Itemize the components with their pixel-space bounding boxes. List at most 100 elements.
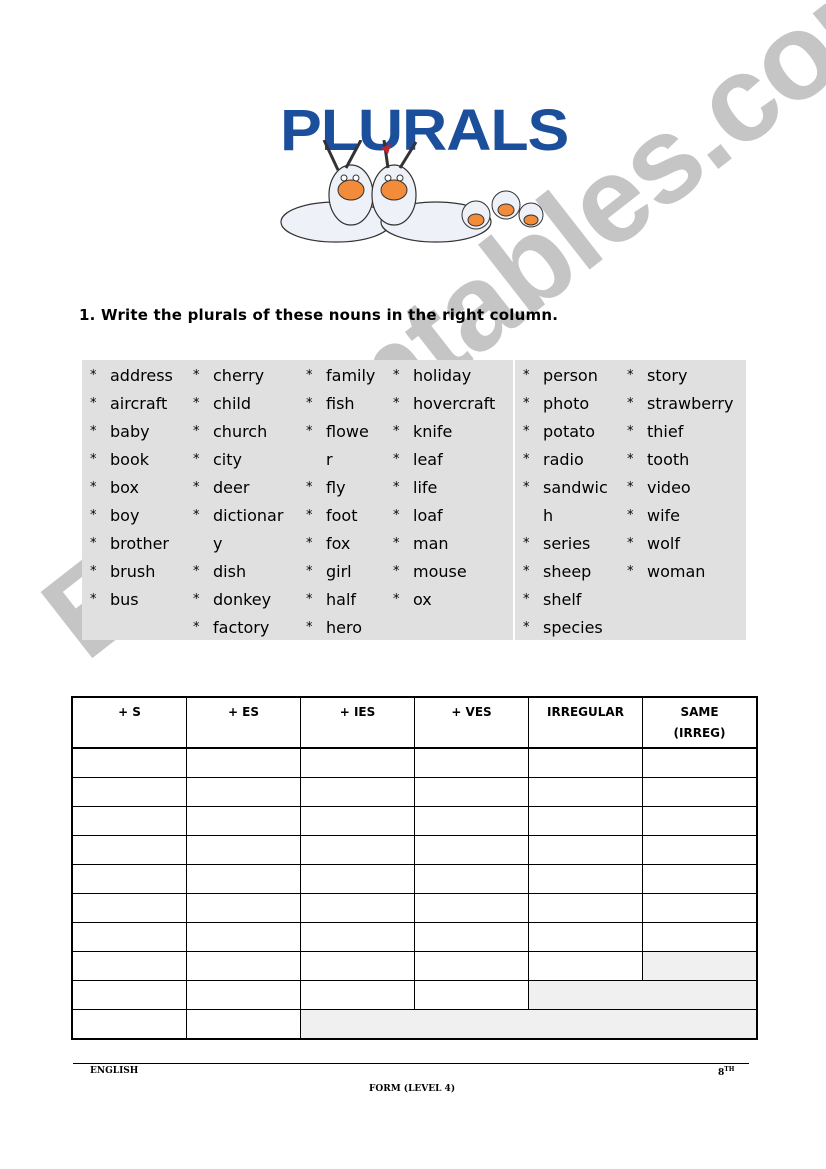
asterisk-bullet-icon: * bbox=[306, 508, 313, 523]
answer-cell[interactable] bbox=[414, 747, 529, 778]
answer-cell[interactable] bbox=[414, 806, 529, 836]
answer-cell[interactable] bbox=[186, 1009, 301, 1040]
asterisk-bullet-icon: * bbox=[523, 480, 530, 495]
asterisk-bullet-icon: * bbox=[523, 564, 530, 579]
answer-cell[interactable] bbox=[414, 951, 529, 981]
word-text: tooth bbox=[647, 450, 690, 469]
answer-cell[interactable] bbox=[300, 951, 415, 981]
asterisk-bullet-icon: * bbox=[523, 452, 530, 467]
asterisk-bullet-icon: * bbox=[523, 620, 530, 635]
answer-cell[interactable] bbox=[528, 864, 643, 894]
answer-cell[interactable] bbox=[300, 922, 415, 952]
word-text: potato bbox=[543, 422, 596, 441]
answer-cell[interactable] bbox=[642, 806, 758, 836]
asterisk-bullet-icon: * bbox=[393, 508, 400, 523]
answer-cell[interactable] bbox=[186, 835, 301, 865]
answer-cell[interactable] bbox=[528, 951, 643, 981]
word-text: fish bbox=[326, 394, 355, 413]
asterisk-bullet-icon: * bbox=[193, 368, 200, 383]
word-text: hovercraft bbox=[413, 394, 496, 413]
answer-cell[interactable] bbox=[71, 864, 187, 894]
answer-cell[interactable] bbox=[186, 922, 301, 952]
word-text: deer bbox=[213, 478, 250, 497]
answer-cell[interactable] bbox=[414, 864, 529, 894]
word-box-divider bbox=[513, 360, 515, 640]
asterisk-bullet-icon: * bbox=[306, 368, 313, 383]
answer-cell[interactable] bbox=[642, 777, 758, 807]
answer-cell[interactable] bbox=[71, 980, 187, 1010]
answer-cell[interactable] bbox=[300, 835, 415, 865]
answer-cell[interactable] bbox=[300, 980, 415, 1010]
word-text: donkey bbox=[213, 590, 272, 609]
answer-cell[interactable] bbox=[300, 777, 415, 807]
answer-cell[interactable] bbox=[186, 951, 301, 981]
table-row bbox=[71, 980, 758, 1010]
answer-cell[interactable] bbox=[186, 747, 301, 778]
answer-cell[interactable] bbox=[71, 1009, 187, 1040]
answer-cell[interactable] bbox=[414, 777, 529, 807]
answer-cell[interactable] bbox=[186, 806, 301, 836]
word-text: family bbox=[326, 366, 376, 385]
answer-cell[interactable] bbox=[71, 777, 187, 807]
answer-cell[interactable] bbox=[71, 922, 187, 952]
answer-cell[interactable] bbox=[642, 747, 758, 778]
word-text: box bbox=[110, 478, 139, 497]
unused-cell bbox=[642, 951, 758, 981]
answer-cell[interactable] bbox=[528, 806, 643, 836]
word-text: thief bbox=[647, 422, 684, 441]
answer-cell[interactable] bbox=[71, 893, 187, 923]
answer-cell[interactable] bbox=[71, 747, 187, 778]
word-text: brush bbox=[110, 562, 156, 581]
word-text: strawberry bbox=[647, 394, 734, 413]
answer-cell[interactable] bbox=[414, 835, 529, 865]
word-text: book bbox=[110, 450, 149, 469]
asterisk-bullet-icon: * bbox=[393, 564, 400, 579]
answer-cell[interactable] bbox=[186, 893, 301, 923]
asterisk-bullet-icon: * bbox=[393, 368, 400, 383]
word-text: flowe bbox=[326, 422, 369, 441]
word-text: woman bbox=[647, 562, 706, 581]
asterisk-bullet-icon: * bbox=[306, 396, 313, 411]
word-text: fly bbox=[326, 478, 346, 497]
asterisk-bullet-icon: * bbox=[627, 480, 634, 495]
footer-subject: ENGLISH bbox=[90, 1066, 139, 1076]
word-text: factory bbox=[213, 618, 270, 637]
answer-cell[interactable] bbox=[71, 951, 187, 981]
answer-cell[interactable] bbox=[528, 922, 643, 952]
answer-cell[interactable] bbox=[528, 835, 643, 865]
asterisk-bullet-icon: * bbox=[523, 368, 530, 383]
asterisk-bullet-icon: * bbox=[627, 564, 634, 579]
answer-cell[interactable] bbox=[528, 893, 643, 923]
unused-cell bbox=[528, 980, 758, 1010]
table-row bbox=[71, 893, 758, 923]
answer-cell[interactable] bbox=[528, 747, 643, 778]
asterisk-bullet-icon: * bbox=[523, 536, 530, 551]
answer-cell[interactable] bbox=[300, 893, 415, 923]
answer-cell[interactable] bbox=[300, 864, 415, 894]
asterisk-bullet-icon: * bbox=[90, 536, 97, 551]
answer-cell[interactable] bbox=[414, 922, 529, 952]
answer-cell[interactable] bbox=[71, 806, 187, 836]
answer-cell[interactable] bbox=[71, 835, 187, 865]
answer-cell[interactable] bbox=[642, 864, 758, 894]
table-row bbox=[71, 922, 758, 952]
answer-cell[interactable] bbox=[186, 980, 301, 1010]
answer-cell[interactable] bbox=[642, 922, 758, 952]
asterisk-bullet-icon: * bbox=[193, 564, 200, 579]
answer-cell[interactable] bbox=[186, 864, 301, 894]
answer-cell[interactable] bbox=[300, 806, 415, 836]
header-plus-es: + ES bbox=[186, 696, 301, 749]
answer-cell[interactable] bbox=[186, 777, 301, 807]
answer-cell[interactable] bbox=[300, 747, 415, 778]
answer-cell[interactable] bbox=[528, 777, 643, 807]
word-text: story bbox=[647, 366, 688, 385]
word-text: city bbox=[213, 450, 242, 469]
rabbits-illustration-icon bbox=[280, 140, 544, 243]
answer-cell[interactable] bbox=[414, 893, 529, 923]
table-row bbox=[71, 747, 758, 778]
answer-cell[interactable] bbox=[642, 835, 758, 865]
asterisk-bullet-icon: * bbox=[90, 508, 97, 523]
answer-cell[interactable] bbox=[414, 980, 529, 1010]
asterisk-bullet-icon: * bbox=[393, 536, 400, 551]
answer-cell[interactable] bbox=[642, 893, 758, 923]
